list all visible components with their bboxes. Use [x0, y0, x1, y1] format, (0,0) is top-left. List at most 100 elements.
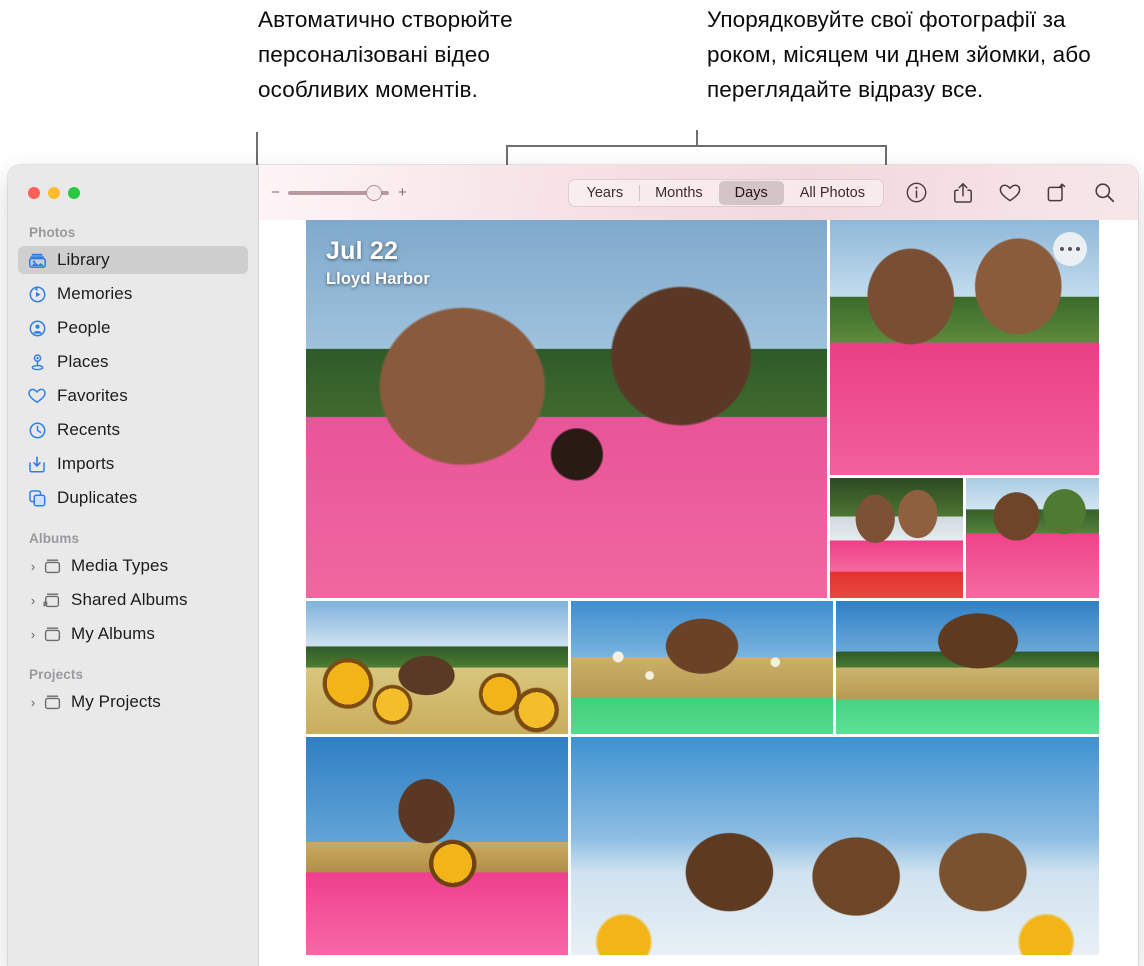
favorite-icon[interactable]: [998, 181, 1022, 205]
photo-thumbnail: [571, 737, 1099, 955]
people-icon: [26, 320, 48, 337]
grid-row: [306, 601, 1099, 734]
view-mode-segmented-control[interactable]: Years Months Days All Photos: [567, 178, 884, 207]
photo-three-friends-park[interactable]: Jul 22 Lloyd Harbor: [306, 220, 827, 598]
share-icon[interactable]: [951, 181, 975, 205]
main-content: − + Years Months Days All Photos Jul 22 …: [259, 165, 1138, 966]
sidebar-item-shared-albums[interactable]: › Shared Albums: [18, 586, 248, 614]
grid-row: [830, 478, 1099, 598]
sidebar-section-photos-title: Photos: [29, 225, 76, 240]
toolbar: − + Years Months Days All Photos: [259, 165, 1138, 220]
photo-selfie-three-top[interactable]: [830, 220, 1099, 475]
photo-grid: Jul 22 Lloyd Harbor: [306, 220, 1099, 955]
photo-thumbnail: [966, 478, 1099, 598]
photo-two-friends-selfie[interactable]: [830, 478, 963, 598]
sidebar-item-label: Imports: [57, 454, 115, 473]
photo-sky-three-friends[interactable]: [571, 737, 1099, 955]
photo-field-portrait[interactable]: [571, 601, 833, 734]
chevron-right-icon[interactable]: ›: [26, 593, 40, 608]
zoom-in-icon[interactable]: +: [398, 185, 407, 200]
grid-row: Jul 22 Lloyd Harbor: [306, 220, 1099, 598]
search-icon[interactable]: [1092, 181, 1116, 205]
zoom-slider[interactable]: − +: [271, 184, 407, 201]
sidebar-item-library[interactable]: Library: [18, 246, 248, 274]
zoom-slider-knob[interactable]: [365, 184, 382, 201]
sidebar-list: Photos Library Memories People Places Fa…: [8, 199, 258, 966]
sidebar-section-projects-title: Projects: [29, 667, 84, 682]
sidebar-item-label: Duplicates: [57, 488, 138, 507]
maximize-button[interactable]: [68, 187, 80, 199]
sidebar-item-media-types[interactable]: › Media Types: [18, 552, 248, 580]
sidebar-section-albums-title: Albums: [29, 531, 80, 546]
sidebar-item-my-albums[interactable]: › My Albums: [18, 620, 248, 648]
date-title: Jul 22: [326, 237, 399, 265]
photo-sunflowers-group[interactable]: [306, 601, 568, 734]
album-icon: [41, 694, 63, 710]
sidebar-item-label: My Projects: [71, 692, 161, 711]
minimize-button[interactable]: [48, 187, 60, 199]
sidebar-item-recents[interactable]: Recents: [18, 416, 248, 444]
more-options-button[interactable]: [1053, 232, 1087, 266]
sidebar-item-label: My Albums: [71, 624, 156, 643]
zoom-out-icon[interactable]: −: [271, 185, 280, 200]
sidebar-item-imports[interactable]: Imports: [18, 450, 248, 478]
photo-thumbnail: [306, 601, 568, 734]
date-location: Lloyd Harbor: [326, 270, 430, 288]
chevron-right-icon[interactable]: ›: [26, 559, 40, 574]
photo-thumbnail: [571, 601, 833, 734]
chevron-right-icon[interactable]: ›: [26, 627, 40, 642]
duplicates-icon: [26, 489, 48, 507]
album-icon: [41, 626, 63, 642]
heart-icon: [26, 388, 48, 404]
sidebar-item-label: Places: [57, 352, 109, 371]
sidebar-item-duplicates[interactable]: Duplicates: [18, 484, 248, 512]
photos-app-window: Photos Library Memories People Places Fa…: [8, 165, 1138, 966]
rotate-icon[interactable]: [1045, 181, 1069, 205]
sidebar-item-my-projects[interactable]: › My Projects: [18, 688, 248, 716]
import-icon: [26, 455, 48, 473]
memories-icon: [26, 286, 48, 303]
sidebar-item-label: Memories: [57, 284, 133, 303]
callout-text-memories: Автоматично створюйте персоналізовані ві…: [258, 7, 513, 102]
sidebar-item-label: People: [57, 318, 111, 337]
sidebar-item-label: Favorites: [57, 386, 128, 405]
photo-grid-container[interactable]: Jul 22 Lloyd Harbor: [259, 220, 1138, 966]
sidebar: Photos Library Memories People Places Fa…: [8, 165, 259, 966]
tab-months[interactable]: Months: [639, 181, 719, 205]
photo-pair-green-red[interactable]: [966, 478, 1099, 598]
grid-row: [306, 737, 1099, 955]
clock-icon: [26, 422, 48, 439]
sidebar-item-people[interactable]: People: [18, 314, 248, 342]
date-overlay: Jul 22 Lloyd Harbor: [326, 236, 430, 291]
tab-days[interactable]: Days: [718, 180, 784, 205]
sidebar-item-memories[interactable]: Memories: [18, 280, 248, 308]
shared-album-icon: [41, 592, 63, 608]
dot: [1075, 246, 1081, 252]
close-button[interactable]: [28, 187, 40, 199]
photo-pink-sunflower-selfie[interactable]: [306, 737, 568, 955]
callout-text-browse-modes: Упорядковуйте свої фотографії за роком, …: [707, 7, 1091, 102]
photo-thumbnail: [830, 478, 963, 598]
photo-green-dress-field[interactable]: [836, 601, 1099, 734]
sidebar-item-favorites[interactable]: Favorites: [18, 382, 248, 410]
dot: [1059, 246, 1065, 252]
tab-all-photos[interactable]: All Photos: [784, 181, 881, 205]
info-icon[interactable]: [904, 181, 928, 205]
album-icon: [41, 558, 63, 574]
screenshot-root: Автоматично створюйте персоналізовані ві…: [0, 0, 1144, 966]
sidebar-item-label: Shared Albums: [71, 590, 188, 609]
zoom-slider-track[interactable]: [288, 184, 389, 201]
dot: [1067, 246, 1073, 252]
sidebar-item-label: Recents: [57, 420, 121, 439]
chevron-right-icon[interactable]: ›: [26, 695, 40, 710]
photo-thumbnail: [306, 737, 568, 955]
photo-thumbnail: [836, 601, 1099, 734]
grid-subcolumn: [830, 220, 1099, 598]
tab-years[interactable]: Years: [571, 181, 640, 205]
toolbar-buttons: [904, 181, 1124, 205]
sidebar-item-label: Library: [57, 250, 110, 269]
places-icon: [26, 353, 48, 371]
library-icon: [26, 253, 48, 268]
sidebar-item-places[interactable]: Places: [18, 348, 248, 376]
sidebar-item-label: Media Types: [71, 556, 169, 575]
